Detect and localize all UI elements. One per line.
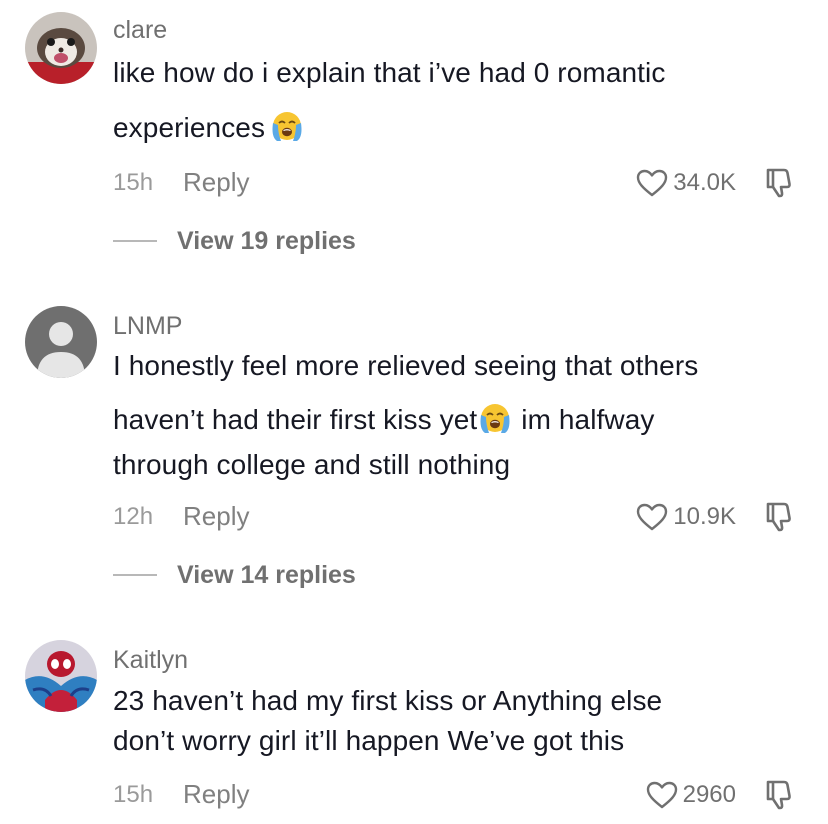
reply-button[interactable]: Reply (183, 501, 249, 532)
comment-username[interactable]: Kaitlyn (113, 646, 188, 675)
comment-text-line: don’t worry girl it’ll happen We’ve got … (113, 725, 625, 756)
comment-meta: 12h Reply 10.9K (0, 497, 828, 537)
comment-timestamp: 12h (113, 503, 154, 530)
comment-text-line: I honestly feel more relieved seeing tha… (113, 350, 699, 381)
comment-text-line: like how do i explain that i’ve had 0 ro… (113, 57, 666, 88)
comment-meta: 15h Reply 34.0K (0, 163, 828, 203)
comment-meta: 15h Reply 2960 (0, 775, 828, 815)
ferret-avatar-icon[interactable] (25, 12, 97, 84)
like-count: 34.0K (673, 169, 736, 196)
comment-username[interactable]: clare (113, 16, 167, 45)
thumbs-down-icon[interactable] (762, 777, 796, 811)
comment-text: 23 haven’t had my first kiss or Anything… (113, 685, 793, 757)
comment-text-line: through college and still nothing (113, 449, 511, 480)
view-replies-label: View 19 replies (177, 226, 356, 255)
comment-username[interactable]: LNMP (113, 312, 182, 341)
comment-text-segment: experiences (113, 112, 266, 143)
heart-outline-icon (635, 168, 669, 198)
thumbs-down-icon[interactable] (762, 499, 796, 533)
comment-text-line: experiences (113, 109, 793, 149)
reply-button[interactable]: Reply (183, 167, 249, 198)
loudly-crying-face-emoji (477, 401, 513, 435)
like-count: 2960 (682, 781, 736, 808)
comment-text-line: 23 haven’t had my first kiss or Anything… (113, 685, 663, 716)
like-button[interactable]: 2960 (645, 775, 736, 815)
like-button[interactable]: 10.9K (635, 497, 736, 537)
replies-divider (113, 574, 157, 576)
comment-timestamp: 15h (113, 781, 154, 808)
heart-outline-icon (645, 780, 679, 810)
reply-button[interactable]: Reply (183, 779, 249, 810)
replies-divider (113, 240, 157, 242)
view-replies-button[interactable]: View 14 replies (113, 560, 356, 590)
comment-text-segment: im halfway (521, 404, 655, 435)
heart-outline-icon (635, 502, 669, 532)
view-replies-label: View 14 replies (177, 560, 356, 589)
comment-text: I honestly feel more relieved seeing tha… (113, 350, 793, 481)
like-button[interactable]: 34.0K (635, 163, 736, 203)
thumbs-down-icon[interactable] (762, 165, 796, 199)
default-user-avatar-icon[interactable] (25, 306, 97, 378)
loudly-crying-face-emoji (269, 109, 305, 143)
like-count: 10.9K (673, 503, 736, 530)
view-replies-button[interactable]: View 19 replies (113, 226, 356, 256)
spiderman-avatar-icon[interactable] (25, 640, 97, 712)
comment-text-segment: haven’t had their first kiss yet (113, 404, 478, 435)
comment-text: like how do i explain that i’ve had 0 ro… (113, 57, 793, 149)
comment-text-line: haven’t had their first kiss yet im halfw… (113, 401, 793, 449)
comment-timestamp: 15h (113, 169, 154, 196)
